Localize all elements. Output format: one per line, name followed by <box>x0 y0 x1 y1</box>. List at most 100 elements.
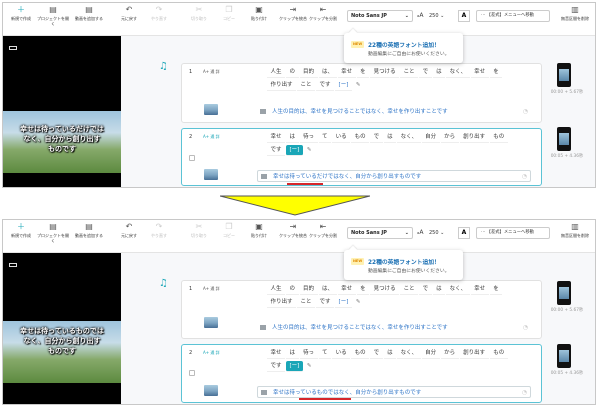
word-token[interactable]: は <box>286 348 299 359</box>
word-token[interactable]: は、 <box>318 67 337 78</box>
new-project-button[interactable]: ＋新規で作成 <box>5 223 37 239</box>
word-token[interactable]: を <box>356 67 370 78</box>
redo-button[interactable]: ↷ やり直す <box>143 6 175 22</box>
word-token[interactable]: 自分 <box>421 348 440 359</box>
word-token[interactable]: で <box>419 67 432 78</box>
menu-move-button[interactable]: ⋯ 【差式】メニューへ移動 <box>476 10 550 22</box>
redo-button[interactable]: ↷ やり直す <box>143 223 175 239</box>
cut-button[interactable]: ✂ 切り取り <box>183 223 215 239</box>
word-token[interactable]: を <box>356 284 370 295</box>
word-token[interactable]: いる <box>332 348 351 359</box>
music-note-icon[interactable]: ♫ <box>159 61 168 72</box>
word-token[interactable]: もの <box>351 348 370 359</box>
open-project-button[interactable]: ▤ プロジェクトを開く <box>37 223 69 244</box>
word-token[interactable]: で <box>419 284 432 295</box>
font-select[interactable]: Noto Sans JP ⌄ <box>347 10 413 22</box>
word-token[interactable]: なく、 <box>397 348 421 359</box>
word-token[interactable]: です <box>267 145 286 156</box>
word-token[interactable]: 作り出す <box>267 80 297 91</box>
word-token[interactable]: 創り出す <box>459 348 489 359</box>
word-token[interactable]: です <box>316 297 335 308</box>
font-size-select[interactable]: 250 ⌄ <box>429 10 455 22</box>
copy-button[interactable]: ❐ コピー <box>213 223 245 239</box>
cut-button[interactable]: ✂ 切り取り <box>183 6 215 22</box>
word-token[interactable]: なく、 <box>446 284 470 295</box>
menu-move-button[interactable]: ⋯ 【差式】メニューへ移動 <box>476 227 550 239</box>
word-token[interactable]: は <box>383 348 397 359</box>
clip-card-2[interactable]: 2 A+ 通 詳 幸せは待っている ものではなく、 自分 から 創り出す もの です [ー] ✎… <box>181 344 542 403</box>
word-token[interactable]: こと <box>400 67 419 78</box>
clip-card-2[interactable]: 2 A+ 通 詳 幸せは待っている ものではなく、 自分 から 創り出す もの です [ー] ✎… <box>181 128 542 186</box>
word-token[interactable]: こと <box>400 284 419 295</box>
word-token[interactable]: 目的 <box>299 67 318 78</box>
word-token[interactable]: 幸せ <box>470 67 489 78</box>
word-token[interactable]: は <box>432 67 446 78</box>
add-video-button[interactable]: ▤ 動画を追加する <box>73 223 105 239</box>
word-token[interactable]: もの <box>489 348 508 359</box>
word-token[interactable]: 幸せ <box>337 67 356 78</box>
subtitle-row[interactable]: 人生の目的は、幸せを見つけることではなく、幸せを作り出すことです ◔ <box>257 322 531 334</box>
word-token[interactable]: から <box>440 132 459 143</box>
word-token[interactable]: 幸せ <box>267 348 286 359</box>
word-token[interactable]: こと <box>297 297 316 308</box>
pencil-icon[interactable]: ✎ <box>353 297 364 310</box>
word-token[interactable]: 人生 <box>267 284 286 295</box>
new-feature-popup[interactable]: NEW 22種の英語フォント追加！ 動画編集にご自由にお使いください。 <box>344 245 463 280</box>
add-video-button[interactable]: ▤ 動画を追加する <box>73 6 105 22</box>
clip-card-1[interactable]: 1 A+ 通 詳 人生の目的 は、 幸せを見つける ことではなく、 幸せを作り出す ことで… <box>181 280 542 339</box>
word-token[interactable]: 待っ <box>299 348 318 359</box>
word-token[interactable]: 幸せ <box>337 284 356 295</box>
copy-button[interactable]: ❐ コピー <box>213 6 245 22</box>
subtitle-input[interactable]: 幸せは待っているだけではなく、自分から創り出すものです ◔ <box>257 170 531 182</box>
clip-merge-button[interactable]: ⇥ クリップを統合 <box>277 6 309 22</box>
word-token[interactable]: を <box>489 67 503 78</box>
line-break-token[interactable]: [ー] <box>286 361 303 372</box>
word-token[interactable]: 見つける <box>370 67 400 78</box>
word-token[interactable]: で <box>370 132 383 143</box>
clip-checkbox[interactable] <box>189 155 195 161</box>
word-token[interactable]: 幸せ <box>470 284 489 295</box>
word-token[interactable]: なく、 <box>397 132 421 143</box>
pencil-icon[interactable]: ✎ <box>304 361 315 374</box>
word-token[interactable]: 作り出す <box>267 297 297 308</box>
word-token[interactable]: の <box>286 284 299 295</box>
word-token[interactable]: は <box>383 132 397 143</box>
line-break-token[interactable]: [ー] <box>335 80 352 91</box>
word-token[interactable]: 自分 <box>421 132 440 143</box>
word-token[interactable]: いる <box>332 132 351 143</box>
subtitle-row[interactable]: 人生の目的は、幸せを見つけることではなく、幸せを作り出すことです ◔ <box>257 106 531 118</box>
word-token[interactable]: 幸せ <box>267 132 286 143</box>
pencil-icon[interactable]: ✎ <box>304 145 315 158</box>
clip-merge-button[interactable]: ⇥ クリップを統合 <box>277 223 309 239</box>
line-break-token[interactable]: [ー] <box>335 297 352 308</box>
new-feature-popup[interactable]: NEW 22種の英語フォント追加！ 動画編集にご自由にお使いください。 <box>344 28 463 63</box>
silence-delete-button[interactable]: ▥ 無音区間を削除 <box>559 6 591 22</box>
word-token[interactable]: こと <box>297 80 316 91</box>
word-token[interactable]: です <box>316 80 335 91</box>
word-token[interactable]: です <box>267 361 286 372</box>
word-token[interactable]: もの <box>351 132 370 143</box>
word-token[interactable]: で <box>370 348 383 359</box>
paste-button[interactable]: ▣ 貼り付け <box>243 6 275 22</box>
word-token[interactable]: 人生 <box>267 67 286 78</box>
word-token[interactable]: は <box>286 132 299 143</box>
clip-split-button[interactable]: ⇤ クリップを分割 <box>307 223 339 239</box>
font-size-select[interactable]: 250 ⌄ <box>429 227 455 239</box>
silence-delete-button[interactable]: ▥ 無音区間を削除 <box>559 223 591 239</box>
clip-split-button[interactable]: ⇤ クリップを分割 <box>307 6 339 22</box>
line-break-token[interactable]: [ー] <box>286 145 303 156</box>
word-token[interactable]: 見つける <box>370 284 400 295</box>
word-token[interactable]: 創り出す <box>459 132 489 143</box>
open-project-button[interactable]: ▤ プロジェクトを開く <box>37 6 69 27</box>
word-token[interactable]: は、 <box>318 284 337 295</box>
music-note-icon[interactable]: ♫ <box>159 278 168 289</box>
word-token[interactable]: もの <box>489 132 508 143</box>
word-token[interactable]: て <box>318 348 332 359</box>
clip-checkbox[interactable] <box>189 370 195 376</box>
word-token[interactable]: の <box>286 67 299 78</box>
text-color-button[interactable]: A <box>458 227 470 239</box>
word-token[interactable]: て <box>318 132 332 143</box>
subtitle-input[interactable]: 幸せは待っているものではなく、自分から創り出すものです ◔ <box>257 386 531 398</box>
word-token[interactable]: 目的 <box>299 284 318 295</box>
word-token[interactable]: を <box>489 284 503 295</box>
